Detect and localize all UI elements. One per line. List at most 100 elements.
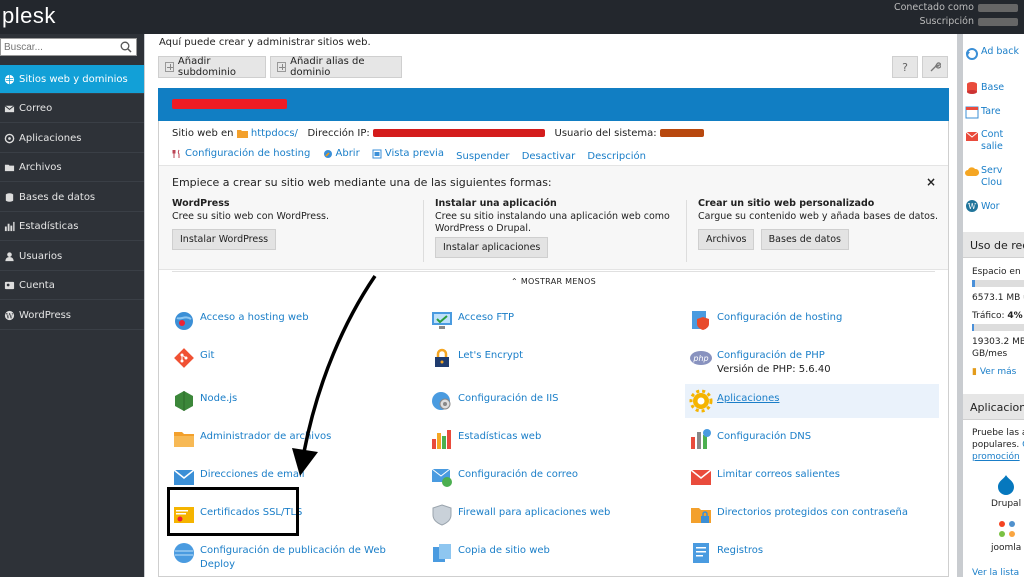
tool-hosting-settings[interactable]: Configuración de hosting: [689, 308, 939, 342]
databases-button[interactable]: Bases de datos: [760, 229, 849, 250]
tool-iis-settings[interactable]: Configuración de IIS: [430, 389, 680, 423]
tool-dns-settings[interactable]: Configuración DNS: [689, 427, 939, 461]
sidebar-item-mail[interactable]: Correo: [0, 94, 144, 123]
sidebar-item-files[interactable]: Archivos: [0, 153, 144, 182]
logs-icon: [693, 543, 709, 563]
sidebar-item-account[interactable]: Cuenta: [0, 271, 144, 300]
install-apps-button[interactable]: Instalar aplicaciones: [435, 237, 549, 258]
svg-text:php: php: [692, 354, 708, 363]
iis-globe-gear-icon: [432, 392, 451, 410]
fork-knife-icon: [172, 149, 180, 158]
joomla-icon: [999, 521, 1015, 537]
account-icon: [4, 281, 15, 289]
close-icon[interactable]: ×: [926, 175, 936, 189]
tool-logs[interactable]: Registros: [689, 541, 939, 575]
svg-text:W: W: [6, 311, 14, 320]
tool-website-copy[interactable]: Copia de sitio web: [430, 541, 680, 575]
show-less-toggle[interactable]: ⌃ MOSTRAR MENOS: [159, 277, 948, 286]
open-link[interactable]: Abrir: [323, 148, 360, 159]
traffic-unit: GB/mes: [972, 349, 1008, 359]
sidebar-item-statistics[interactable]: Estadísticas: [0, 212, 144, 241]
sidebar-item-databases[interactable]: Bases de datos: [0, 183, 144, 212]
right-wordpress-link[interactable]: Wor: [981, 201, 1000, 213]
tool-password-protected-dirs[interactable]: Directorios protegidos con contraseña: [689, 503, 939, 537]
hosting-shield-icon: [692, 311, 709, 330]
divider: [423, 200, 424, 262]
tool-applications[interactable]: Aplicaciones: [685, 384, 939, 418]
see-more-link[interactable]: ▮ Ver más: [972, 367, 1016, 378]
redacted-domain-name[interactable]: [172, 99, 287, 109]
option-install-app: Instalar una aplicación Cree su sitio in…: [435, 198, 675, 264]
tool-web-app-firewall[interactable]: Firewall para aplicaciones web: [430, 503, 680, 537]
lock-icon: [435, 348, 449, 367]
tool-nodejs[interactable]: Node.js: [172, 389, 422, 423]
add-domain-alias-button[interactable]: Añadir alias de dominio: [270, 56, 402, 78]
tool-git[interactable]: Git: [172, 346, 422, 380]
redacted-subscription: [978, 17, 1018, 26]
sidebar-item-users[interactable]: Usuarios: [0, 242, 144, 271]
search-input[interactable]: [0, 38, 137, 56]
tool-web-hosting-access[interactable]: Acceso a hosting web: [172, 308, 422, 342]
see-all-apps-link[interactable]: Ver la lista: [972, 568, 1019, 577]
plesk-logo[interactable]: plesk: [2, 3, 56, 29]
right-backup-link[interactable]: Ad back: [981, 46, 1021, 58]
mail-settings-icon: [431, 468, 452, 487]
php-version: Versión de PHP: 5.6.40: [717, 364, 831, 375]
divider: [686, 200, 687, 262]
disk-space-label: Espacio en d: [972, 267, 1024, 277]
plus-icon: [165, 62, 174, 72]
sidebar: Sitios web y dominios Correo Aplicacione…: [0, 34, 144, 577]
web-deploy-globe-icon: [174, 543, 194, 563]
preview-link[interactable]: Vista previa: [372, 148, 444, 159]
right-column: Ad back Base Tare Cont salie Serv Clou W…: [963, 34, 1024, 577]
tool-limit-outgoing-mail[interactable]: Limitar correos salientes: [689, 465, 939, 499]
calendar-icon: [965, 106, 979, 119]
search-icon[interactable]: [120, 41, 132, 53]
right-tasks-link[interactable]: Tare: [981, 106, 1001, 118]
disk-space-value: 6573.1 MB u: [972, 293, 1024, 303]
deactivate-link[interactable]: Desactivar: [522, 151, 576, 162]
applications-header: Aplicacion: [963, 394, 1024, 420]
cloud-icon: [965, 167, 979, 176]
right-outgoing-mail-link[interactable]: Cont salie: [981, 129, 1021, 153]
database-icon: [5, 192, 14, 202]
git-icon: [174, 348, 194, 368]
httpdocs-link[interactable]: httpdocs/: [251, 128, 298, 139]
tool-file-manager[interactable]: Administrador de archivos: [172, 427, 422, 461]
subscription[interactable]: Suscripción: [920, 16, 1018, 27]
help-button[interactable]: ?: [892, 56, 918, 78]
install-wordpress-button[interactable]: Instalar WordPress: [172, 229, 277, 250]
tool-web-deploy[interactable]: Configuración de publicación de Web Depl…: [172, 541, 422, 575]
wrench-icon: [930, 62, 941, 72]
plus-icon: [277, 62, 287, 72]
open-globe-icon: [323, 149, 332, 158]
add-subdomain-button[interactable]: Añadir subdominio: [158, 56, 266, 78]
sidebar-item-websites[interactable]: Sitios web y dominios: [0, 65, 144, 94]
suspend-link[interactable]: Suspender: [456, 151, 509, 162]
tool-lets-encrypt[interactable]: Let's Encrypt: [430, 346, 680, 380]
apps-promo-text-2: populares. C: [972, 440, 1024, 450]
tool-php-settings[interactable]: php Configuración de PHP Versión de PHP: 5…: [689, 346, 939, 388]
wrench-button[interactable]: [922, 56, 948, 78]
php-icon: php: [690, 351, 712, 365]
description-link[interactable]: Descripción: [587, 151, 646, 162]
copy-icon: [433, 544, 451, 562]
disk-usage-fill: [972, 280, 975, 287]
tool-mail-settings[interactable]: Configuración de correo: [430, 465, 680, 499]
files-button[interactable]: Archivos: [698, 229, 755, 250]
right-databases-link[interactable]: Base: [981, 82, 1004, 94]
tool-web-statistics[interactable]: Estadísticas web: [430, 427, 680, 461]
joomla-label[interactable]: joomla: [991, 543, 1021, 554]
sidebar-item-wordpress[interactable]: W WordPress: [0, 301, 144, 330]
apps-promo-link[interactable]: promoción: [972, 452, 1020, 463]
folder-icon: [174, 432, 194, 447]
right-cloud-services-link[interactable]: Serv Clou: [981, 165, 1021, 189]
hosting-settings-link[interactable]: Configuración de hosting: [172, 148, 310, 159]
sidebar-item-apps[interactable]: Aplicaciones: [0, 124, 144, 153]
redacted-username: [978, 3, 1018, 12]
domain-links: Configuración de hosting Abrir Vista pre…: [172, 148, 655, 162]
user-icon: [5, 251, 14, 261]
globe-user-icon: [175, 312, 193, 330]
drupal-label[interactable]: Drupal: [991, 499, 1021, 510]
tool-ftp-access[interactable]: Acceso FTP: [430, 308, 680, 342]
